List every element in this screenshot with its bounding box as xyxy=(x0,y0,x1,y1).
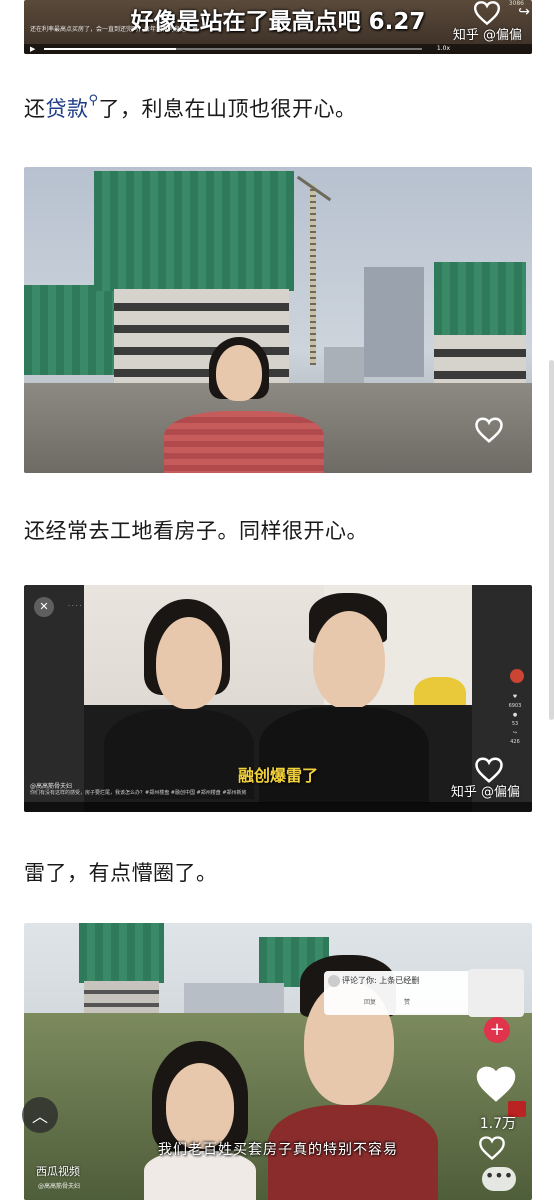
paragraph-2: 还经常去工地看房子。同样很开心。 xyxy=(24,519,368,543)
top-label: · · · · xyxy=(68,603,82,610)
player-controls[interactable] xyxy=(24,802,532,812)
speed-label[interactable]: 1.0x xyxy=(437,45,450,52)
heart-icon[interactable] xyxy=(474,416,504,444)
person-woman xyxy=(164,337,324,473)
heart-icon[interactable] xyxy=(474,1063,518,1105)
building-netting xyxy=(94,171,294,291)
avatar xyxy=(328,975,340,987)
video-frame-2[interactable] xyxy=(24,167,532,473)
follow-button[interactable]: + xyxy=(484,1017,510,1043)
comment-count: 53 xyxy=(511,721,519,727)
video-frame-4[interactable]: 评论了你: 上条已经删 回复 赞 + 1.7万 我们老百姓买套房子真的特别不容易… xyxy=(24,923,532,1200)
like-button[interactable]: 赞 xyxy=(404,997,410,1006)
reply-button[interactable]: 回复 xyxy=(364,997,376,1006)
avatar[interactable] xyxy=(510,669,524,683)
player-controls[interactable]: ▶ 1.0x xyxy=(24,44,532,54)
building-netting xyxy=(24,285,114,375)
heart-icon[interactable] xyxy=(472,0,502,26)
play-icon[interactable]: ▶ xyxy=(30,45,35,53)
side-actions[interactable]: ♥ 6903 ● 53 ↪ 426 xyxy=(504,693,526,747)
video-description: 你们有没有这样的感受，房子要烂尾，我该怎么办？#郑州楼盘 #融创中国 #郑州楼盘… xyxy=(30,790,247,796)
paragraph-1-end: 了，利息在山顶也很开心。 xyxy=(98,97,357,121)
video-description: 还在利率最高点买房了，会一直到还完吗，每年还有利息这么高 xyxy=(30,26,199,33)
author-avatar[interactable] xyxy=(468,969,524,1017)
comment-notification[interactable]: 评论了你: 上条已经删 回复 赞 xyxy=(324,971,472,1015)
share-count: 426 xyxy=(510,739,520,745)
paragraph-3: 雷了，有点懵圈了。 xyxy=(24,861,218,885)
like-count: 6903 xyxy=(508,703,522,709)
building-netting xyxy=(79,923,164,983)
like-count: 1.7万 xyxy=(479,1116,516,1132)
share-icon[interactable]: ↪ xyxy=(518,4,530,20)
watermark: 知乎 @偏偏 xyxy=(452,28,522,43)
progress-bar[interactable] xyxy=(44,48,422,50)
heart-icon[interactable] xyxy=(474,756,504,784)
platform-account: @高高筋骨夫妇 xyxy=(38,1183,81,1190)
building-netting xyxy=(434,262,526,337)
platform-logo: 西瓜视频 xyxy=(36,1165,80,1178)
watermark: 知乎 @偏偏 xyxy=(450,785,520,800)
search-link[interactable]: 贷款 xyxy=(46,97,89,121)
comment-icon[interactable] xyxy=(478,1135,506,1161)
building-floors xyxy=(434,335,526,385)
paragraph-1: 还贷款⚲了，利息在山顶也很开心。 xyxy=(24,93,357,123)
share-icon[interactable]: ↪ xyxy=(504,729,526,738)
notification-text: 评论了你: 上条已经删 xyxy=(342,976,420,985)
video-subtitle: 我们老百姓买套房子真的特别不容易 xyxy=(158,1142,398,1158)
distant-building xyxy=(364,267,424,377)
close-icon[interactable]: ✕ xyxy=(34,597,54,617)
comment-icon[interactable]: ● xyxy=(504,711,526,720)
more-icon[interactable]: ••• xyxy=(482,1167,516,1191)
scrollbar[interactable] xyxy=(549,360,554,720)
video-frame-3[interactable]: ✕ · · · · ♥ 6903 ● 53 ↪ 426 融创爆雷了 @高高筋骨夫… xyxy=(24,585,532,812)
video-frame-1[interactable]: 好像是站在了最高点吧 6.27 还在利率最高点买房了，会一直到还完吗，每年还有利… xyxy=(24,0,532,54)
distant-building xyxy=(324,347,364,387)
chevron-up-icon: ︿ xyxy=(31,1107,48,1126)
search-icon[interactable]: ⚲ xyxy=(89,93,99,108)
person-woman xyxy=(140,1041,260,1200)
scroll-up-button[interactable]: ︿ xyxy=(22,1097,58,1133)
heart-icon[interactable]: ♥ xyxy=(504,693,526,702)
paragraph-1-start: 还 xyxy=(24,97,46,121)
